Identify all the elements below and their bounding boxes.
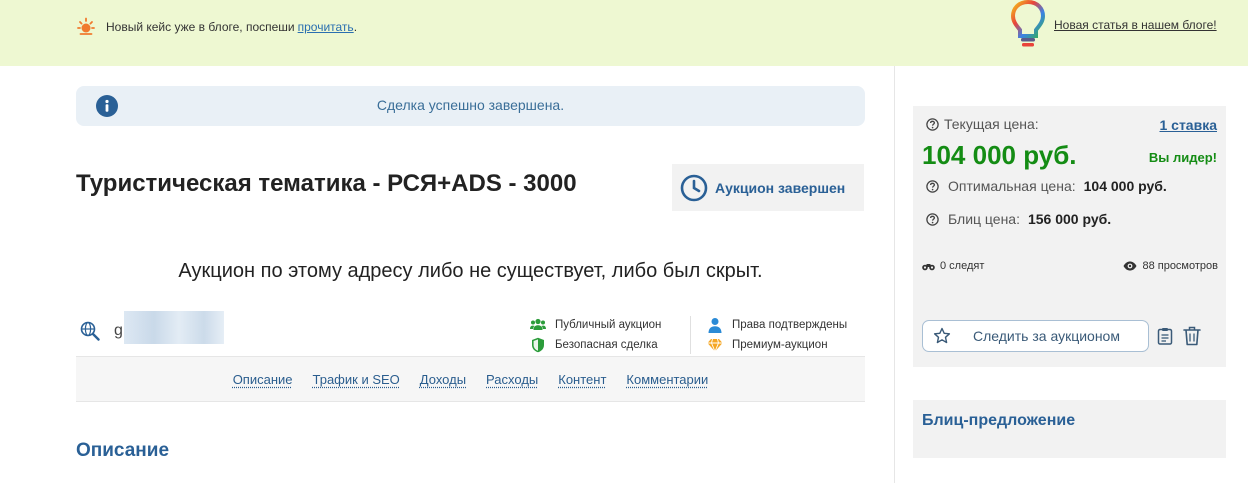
feature-rights-label: Права подтверждены (732, 319, 848, 331)
price-panel: Текущая цена: 1 ставка 104 000 руб. Вы л… (913, 106, 1226, 367)
top-banner: Новый кейс уже в блоге, поспеши прочитат… (0, 0, 1248, 66)
new-article-link[interactable]: Новая статья в нашем блоге! (1054, 18, 1217, 32)
blog-case-period: . (353, 20, 358, 34)
feature-rights-confirmed: Права подтверждены (707, 317, 847, 333)
question-icon[interactable] (926, 212, 939, 226)
current-price-value: 104 000 руб. (922, 140, 1077, 170)
blitz-price-label: Блиц цена: (948, 211, 1020, 227)
optimal-price-value: 104 000 руб. (1083, 178, 1167, 194)
clock-icon (680, 174, 708, 201)
lightbulb-icon (1010, 0, 1046, 47)
feature-safe-deal: Безопасная сделка (530, 337, 658, 353)
watch-auction-button[interactable]: Следить за аукционом (922, 320, 1149, 352)
user-icon (708, 318, 722, 333)
views-text: 88 просмотров (1142, 260, 1218, 272)
alert-text: Сделка успешно завершена. (376, 97, 565, 113)
watchers-count: 0 следят (922, 260, 984, 272)
users-icon (530, 318, 546, 330)
read-link[interactable]: прочитать (298, 20, 354, 34)
domain-blur-mask (124, 311, 224, 344)
tab-comments[interactable]: Комментарии (626, 372, 708, 387)
watch-auction-label: Следить за аукционом (973, 328, 1120, 344)
tab-income[interactable]: Доходы (420, 372, 466, 387)
trash-icon[interactable] (1183, 326, 1201, 346)
current-price-label-row: Текущая цена: (926, 116, 1039, 132)
star-icon (933, 327, 951, 344)
tab-expenses[interactable]: Расходы (486, 372, 538, 387)
optimal-price-row: Оптимальная цена: 104 000 руб. (926, 178, 1167, 194)
auction-status-badge: Аукцион завершен (672, 164, 864, 211)
feature-public-label: Публичный аукцион (555, 319, 662, 331)
domain-name[interactable]: g (114, 322, 123, 340)
auction-status-text: Аукцион завершен (715, 179, 846, 196)
question-icon[interactable] (926, 179, 939, 193)
bids-count-link[interactable]: 1 ставка (1159, 117, 1217, 133)
lot-title: Туристическая тематика - РСЯ+ADS - 3000 (76, 170, 577, 197)
sun-icon (77, 17, 95, 35)
current-price-label: Текущая цена: (944, 116, 1039, 132)
diamond-icon (707, 338, 723, 353)
blitz-price-value: 156 000 руб. (1027, 211, 1112, 227)
binoculars-icon (922, 264, 935, 271)
success-alert: Сделка успешно завершена. (76, 86, 865, 126)
feature-separator (690, 316, 691, 354)
optimal-price-label: Оптимальная цена: (948, 178, 1076, 194)
tab-description[interactable]: Описание (233, 372, 293, 387)
shield-icon (532, 337, 544, 353)
leader-badge: Вы лидер! (1148, 150, 1217, 165)
blog-article-promo[interactable]: Новая статья в нашем блоге! (1010, 0, 1217, 50)
blitz-price-row: Блиц цена: 156 000 руб. (926, 211, 1111, 227)
eye-icon (1123, 261, 1137, 271)
feature-safe-label: Безопасная сделка (555, 339, 658, 351)
blog-case-text: Новый кейс уже в блоге, поспеши (106, 20, 295, 34)
watchers-text: 0 следят (940, 260, 985, 272)
description-heading: Описание (76, 440, 170, 461)
tab-content[interactable]: Контент (558, 372, 606, 387)
blitz-offer-title: Блиц-предложение (922, 412, 1076, 429)
not-found-notice: Аукцион по этому адресу либо не существу… (178, 260, 763, 282)
column-divider (894, 66, 895, 483)
lot-tabs: Описание Трафик и SEO Доходы Расходы Кон… (76, 356, 865, 402)
tab-traffic-seo[interactable]: Трафик и SEO (313, 372, 400, 387)
views-count: 88 просмотров (1123, 260, 1218, 272)
globe-search-icon (80, 321, 100, 341)
blitz-offer-panel: Блиц-предложение (913, 400, 1226, 458)
feature-premium-auction: Премиум-аукцион (707, 337, 828, 353)
question-icon[interactable] (926, 117, 939, 131)
feature-premium-label: Премиум-аукцион (732, 339, 828, 351)
clipboard-icon[interactable] (1157, 327, 1173, 345)
feature-public-auction: Публичный аукцион (530, 317, 661, 333)
blog-case-notice: Новый кейс уже в блоге, поспеши прочитат… (76, 17, 357, 37)
